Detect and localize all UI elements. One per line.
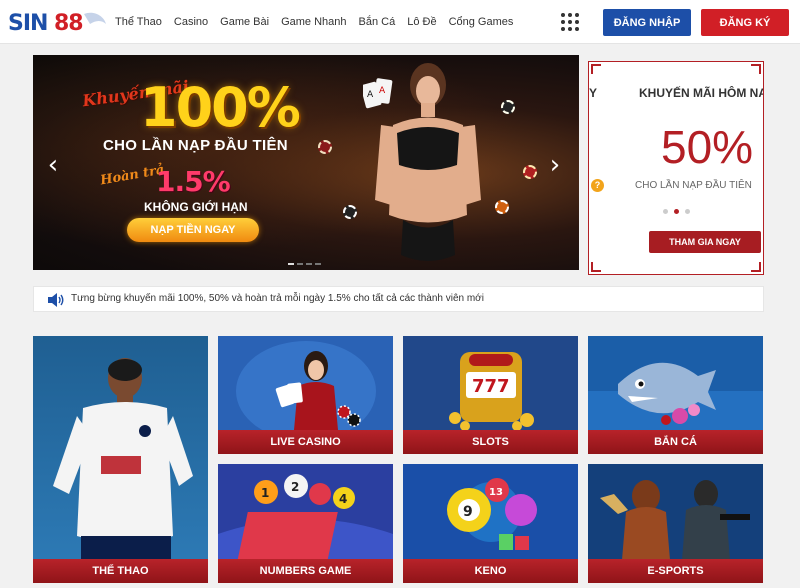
game-tile-live-casino[interactable]: LIVE CASINO [218, 336, 393, 454]
main-nav: Thể Thao Casino Game Bài Game Nhanh Bắn … [115, 0, 525, 44]
svg-text:777: 777 [472, 376, 510, 397]
daily-promo-pagination [663, 209, 690, 214]
promo-no-limit-text: KHÔNG GIỚI HẠN [144, 200, 248, 214]
banner-dot[interactable] [306, 263, 312, 265]
nav-casino[interactable]: Casino [174, 16, 208, 28]
nav-game-nhanh[interactable]: Game Nhanh [281, 16, 346, 28]
game-tile-esports[interactable]: E-SPORTS [588, 464, 763, 583]
nav-cong-games[interactable]: Cổng Games [449, 16, 514, 28]
svg-text:9: 9 [463, 504, 473, 520]
banner-dot[interactable] [297, 263, 303, 265]
daily-promo-prev-title: Y [589, 86, 598, 100]
join-now-button[interactable]: THAM GIA NGAY [649, 231, 761, 253]
register-button[interactable]: ĐĂNG KÝ [701, 9, 789, 36]
daily-promo-title: KHUYẾN MÃI HÔM NA [639, 86, 763, 100]
announcement-bar: Tưng bừng khuyến mãi 100%, 50% và hoàn t… [33, 286, 764, 312]
game-tile-label: E-SPORTS [588, 559, 763, 583]
nav-the-thao[interactable]: Thể Thao [115, 16, 162, 28]
game-tile-label: THỂ THAO [33, 559, 208, 583]
game-tile-sports[interactable]: THỂ THAO [33, 336, 208, 583]
casino-chip-icon [343, 205, 357, 219]
svg-text:88: 88 [54, 11, 83, 36]
banner-model-image: A A [363, 63, 481, 261]
daily-promo-subtitle: CHO LẦN NẠP ĐẦU TIÊN [635, 180, 752, 191]
game-tile-numbers[interactable]: 1 2 4 NUMBERS GAME [218, 464, 393, 583]
svg-text:A: A [367, 90, 374, 100]
casino-chip-icon [495, 200, 509, 214]
promo-percent-100: 100% [140, 76, 301, 139]
promo-dot[interactable] [685, 209, 690, 214]
promo-rebate-value: 1.5% [156, 165, 231, 198]
svg-text:SIN: SIN [8, 11, 47, 36]
banner-pagination [288, 263, 321, 265]
daily-promo-viewport: Y KHUYẾN MÃI HÔM NA 50% ? CHO LẦN NẠP ĐẦ… [589, 62, 763, 274]
help-icon[interactable]: ? [591, 179, 604, 192]
promo-dot[interactable] [674, 209, 679, 214]
casino-chip-icon [523, 165, 537, 179]
daily-promo-card: Y KHUYẾN MÃI HÔM NA 50% ? CHO LẦN NẠP ĐẦ… [588, 61, 764, 275]
nav-game-bai[interactable]: Game Bài [220, 16, 269, 28]
svg-text:4: 4 [339, 492, 347, 506]
banner-next-arrow-icon[interactable]: › [545, 152, 565, 178]
casino-chip-icon [318, 140, 332, 154]
apps-grid-icon[interactable] [561, 13, 579, 31]
game-tile-label: SLOTS [403, 430, 578, 454]
game-tile-keno[interactable]: 9 13 KENO [403, 464, 578, 583]
banner-prev-arrow-icon[interactable]: ‹ [43, 152, 63, 178]
game-tile-slots[interactable]: 777 SLOTS [403, 336, 578, 454]
footballer-image [33, 336, 208, 583]
login-button[interactable]: ĐĂNG NHẬP [603, 9, 691, 36]
promo-first-deposit-text: CHO LẦN NẠP ĐẦU TIÊN [103, 137, 288, 154]
sin88-logo[interactable]: SIN 88 [6, 8, 110, 36]
banner-dot[interactable] [315, 263, 321, 265]
game-tile-label: NUMBERS GAME [218, 559, 393, 583]
speaker-icon [48, 293, 64, 307]
svg-text:2: 2 [291, 480, 299, 494]
game-tile-ban-ca[interactable]: BẮN CÁ [588, 336, 763, 454]
casino-chip-icon [501, 100, 515, 114]
svg-text:1: 1 [261, 486, 269, 500]
nav-lo-de[interactable]: Lô Đề [407, 16, 436, 28]
game-tile-label: LIVE CASINO [218, 430, 393, 454]
game-tile-label: BẮN CÁ [588, 430, 763, 454]
svg-text:A: A [379, 86, 386, 96]
promo-dot[interactable] [663, 209, 668, 214]
nav-ban-ca[interactable]: Bắn Cá [359, 16, 396, 28]
svg-text:13: 13 [489, 487, 503, 498]
top-header: SIN 88 Thể Thao Casino Game Bài Game Nha… [0, 0, 800, 44]
banner-dot[interactable] [288, 263, 294, 265]
game-tile-label: KENO [403, 559, 578, 583]
promo-banner[interactable]: A A Khuyến mãi 100% CHO LẦN NẠP ĐẦU TIÊN… [33, 55, 579, 270]
announcement-text: Tưng bừng khuyến mãi 100%, 50% và hoàn t… [71, 293, 484, 304]
daily-promo-percent: 50% [661, 121, 754, 173]
deposit-now-button[interactable]: NẠP TIỀN NGAY [127, 218, 259, 242]
